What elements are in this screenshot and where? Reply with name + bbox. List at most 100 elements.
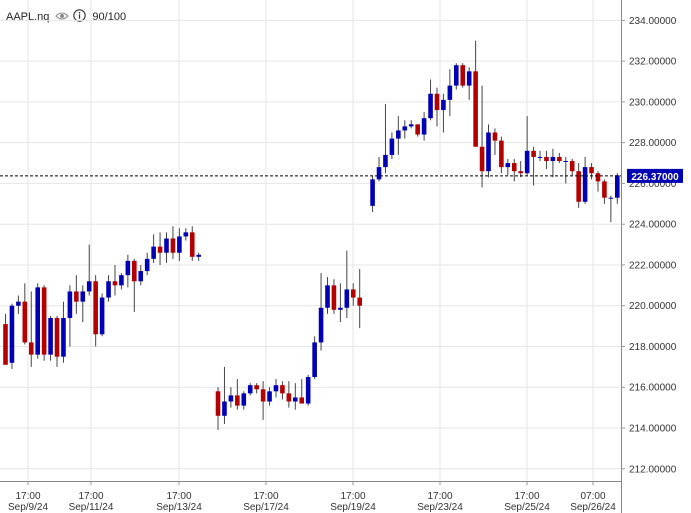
candle [151,234,156,263]
candle-body [376,167,382,180]
candle [441,93,446,133]
candle [125,254,131,288]
candle-body [86,281,92,292]
candle-body [247,385,253,394]
candle-body [183,232,189,237]
candle-body [80,291,86,302]
candle [22,283,28,345]
candle-body [357,297,362,306]
candle-body [447,85,453,100]
candle [54,315,60,367]
candle [222,366,227,424]
candle-body [370,179,375,206]
x-tick-time: 17:00 [253,491,278,502]
candle [479,85,485,188]
y-tick-label: 222.00000 [629,260,677,271]
candle-body [157,246,163,253]
candle-body [228,395,234,402]
candle [138,264,144,286]
y-tick-label: 224.00000 [629,220,677,231]
candle-body [331,285,337,310]
candle [99,293,105,337]
candle [563,156,569,184]
candle [247,383,253,396]
candle [80,285,86,323]
x-tick-time: 17:00 [166,491,191,502]
candle [254,383,259,394]
candle-body [9,305,15,363]
candle-body [144,258,150,272]
x-tick-date: Sep/11/24 [69,502,114,513]
x-tick-date: Sep/17/24 [243,502,289,513]
candle [215,387,221,431]
candle-body [434,93,440,111]
candle-body [421,118,427,135]
x-tick-date: Sep/23/24 [417,502,463,513]
candle [492,128,498,155]
candle-body [151,246,156,259]
x-tick-date: Sep/9/24 [8,502,48,513]
candle-body [344,289,350,308]
candle-body [396,130,401,139]
candle-body [177,236,182,253]
candle-body [293,397,298,402]
candle [357,269,362,329]
candle [447,69,453,117]
candle [235,379,240,410]
candle [537,150,543,162]
candle-body [35,287,40,355]
candle-body [460,65,466,86]
candle [344,250,350,318]
candle-body [267,391,272,402]
candle-body [531,150,536,157]
candle-body [222,401,227,416]
y-tick-label: 230.00000 [629,97,677,108]
candle-body [28,342,34,355]
y-tick-label: 232.00000 [629,57,677,68]
candle [299,379,305,404]
candle [41,285,47,361]
x-tick-date: Sep/13/24 [156,502,202,513]
candle [241,391,247,410]
candle [267,387,272,406]
candle-body [61,317,66,357]
candle [582,156,588,204]
candle [28,291,34,367]
x-tick-date: Sep/26/24 [570,502,616,513]
candle [350,283,356,306]
candle [408,120,414,129]
candle-body [299,397,305,404]
y-axis-ticks: 212.00000 214.00000 216.00000 218.00000 220.… [621,16,677,475]
candlestick-chart[interactable]: 212.00000 214.00000 216.00000 218.00000 220.… [0,0,691,513]
candle [280,381,285,400]
candle-body [280,385,285,394]
y-tick-label: 228.00000 [629,138,677,149]
candle-body [325,285,330,308]
candle-body [389,138,395,155]
candle [318,273,324,351]
x-tick-time: 17:00 [427,491,452,502]
candle-body [569,161,575,172]
candle [396,116,401,155]
candle-body [125,260,131,276]
candle [177,228,182,261]
y-tick-label: 216.00000 [629,383,677,394]
candle [569,158,575,176]
candle [338,283,343,323]
candle-body [492,132,498,141]
candle-body [595,173,601,182]
candle [144,252,150,276]
candle [157,232,163,265]
candle [325,277,330,314]
axes [0,0,622,513]
candle [434,87,440,127]
y-tick-label: 214.00000 [629,424,677,435]
candle-body [350,289,356,298]
candle-body [518,171,523,174]
candle-body [164,238,169,253]
candle-body [241,393,247,406]
candle-body [132,260,137,282]
candle [473,40,478,147]
candle [499,136,504,174]
candle-body [415,124,420,135]
